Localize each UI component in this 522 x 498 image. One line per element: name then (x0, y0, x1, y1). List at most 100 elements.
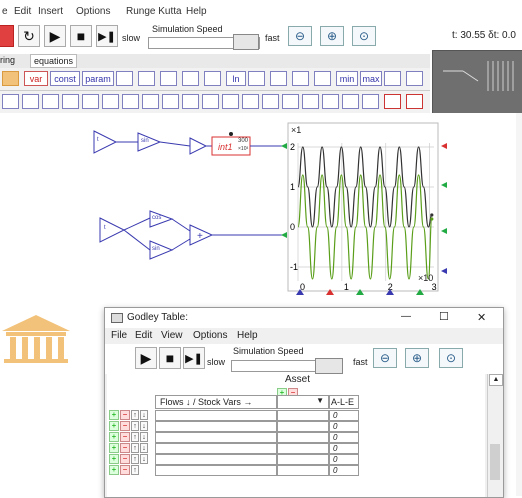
switch-icon[interactable] (384, 94, 401, 109)
flow-value-cell[interactable] (277, 454, 329, 465)
menu-runge-kutta[interactable]: Runge Kutta (126, 6, 182, 17)
godley-menu-help[interactable]: Help (237, 330, 258, 341)
sinh-op-icon[interactable] (182, 94, 199, 109)
tab-wiring[interactable]: ring (0, 55, 15, 65)
menu-insert[interactable]: Insert (38, 6, 63, 17)
move-row-down-icon[interactable]: ↓ (140, 443, 148, 453)
max-op-button[interactable]: max (360, 71, 382, 86)
move-row-down-icon[interactable]: ↓ (140, 432, 148, 442)
menu-edit[interactable]: Edit (14, 6, 31, 17)
exp-op-icon[interactable] (22, 94, 39, 109)
delete-row-icon[interactable]: − (120, 421, 130, 431)
godley-menu-edit[interactable]: Edit (135, 330, 152, 341)
flow-value-cell[interactable] (277, 465, 329, 476)
godley-titlebar[interactable]: Godley Table: — ☐ ✕ (105, 308, 503, 329)
ln-op-icon[interactable] (42, 94, 59, 109)
transform-block[interactable] (189, 137, 208, 155)
flow-value-cell[interactable] (277, 432, 329, 443)
move-row-up-icon[interactable]: ↑ (131, 432, 139, 442)
tab-equations[interactable]: equations (30, 54, 78, 68)
le-op-icon[interactable] (292, 71, 309, 86)
add-op-icon[interactable] (138, 71, 155, 86)
zoom-out-button[interactable]: ⊖ (288, 26, 312, 46)
flow-name-cell[interactable] (155, 421, 277, 432)
scroll-thumb[interactable] (490, 444, 500, 480)
godley-menu-options[interactable]: Options (193, 330, 227, 341)
cos-op-icon[interactable] (82, 94, 99, 109)
godley-zoom-out-button[interactable]: ⊖ (373, 348, 397, 368)
multiply-op-icon[interactable] (182, 71, 199, 86)
flow-name-cell[interactable] (155, 432, 277, 443)
zoom-reset-button[interactable]: ⊙ (352, 26, 376, 46)
acos-op-icon[interactable] (142, 94, 159, 109)
canvas-minimap[interactable] (432, 50, 522, 122)
godley-zoom-in-button[interactable]: ⊕ (405, 348, 429, 368)
product-op-icon[interactable] (342, 94, 359, 109)
move-row-up-icon[interactable]: ↑ (131, 410, 139, 420)
add-row-icon[interactable]: + (109, 465, 119, 475)
stock-var-select[interactable]: ▼ (277, 395, 329, 409)
abs-op-icon[interactable] (242, 94, 259, 109)
eq-op-icon[interactable] (314, 71, 331, 86)
sum-op-icon[interactable] (322, 94, 339, 109)
lt-op-icon[interactable] (270, 71, 287, 86)
menu-options[interactable]: Options (76, 6, 110, 17)
godley-scrollbar[interactable]: ▲ (487, 374, 503, 497)
add-row-icon[interactable]: + (109, 454, 119, 464)
move-row-up-icon[interactable]: ↑ (131, 454, 139, 464)
move-row-up-icon[interactable]: ↑ (131, 443, 139, 453)
log-op-button[interactable]: ln (226, 71, 246, 86)
canvas-scrollbar[interactable] (516, 113, 522, 496)
atan-op-icon[interactable] (162, 94, 179, 109)
move-row-down-icon[interactable]: ↓ (140, 410, 148, 420)
move-row-down-icon[interactable]: ↓ (140, 421, 148, 431)
add-row-icon[interactable]: + (109, 410, 119, 420)
tan-op-icon[interactable] (102, 94, 119, 109)
godley-menu-file[interactable]: File (111, 330, 127, 341)
menu-help[interactable]: Help (186, 6, 207, 17)
row-controls[interactable]: + − ↑ ↓ (109, 421, 153, 431)
zoom-in-button[interactable]: ⊕ (320, 26, 344, 46)
row-controls[interactable]: + − ↑ ↓ (109, 410, 153, 420)
param-button[interactable]: param (82, 71, 114, 86)
frac-op-icon[interactable] (282, 94, 299, 109)
flow-value-cell[interactable] (277, 410, 329, 421)
sin-op-icon[interactable] (62, 94, 79, 109)
min-op-button[interactable]: min (336, 71, 358, 86)
minimize-button[interactable]: — (401, 311, 411, 322)
delete-row-icon[interactable]: − (120, 432, 130, 442)
add-row-icon[interactable]: + (109, 432, 119, 442)
godley-run-button[interactable]: ▶ (135, 347, 157, 369)
divide-op-icon[interactable] (204, 71, 221, 86)
godley-speed-slider-knob[interactable] (315, 358, 343, 374)
time-op-icon[interactable] (116, 71, 133, 86)
row-controls[interactable]: + − ↑ ↓ (109, 454, 153, 464)
flow-name-cell[interactable] (155, 465, 277, 476)
godley-icon[interactable] (2, 71, 19, 86)
add-row-icon[interactable]: + (109, 443, 119, 453)
add-row-icon[interactable]: + (109, 421, 119, 431)
cosh-op-icon[interactable] (202, 94, 219, 109)
move-row-down-icon[interactable]: ↓ (140, 454, 148, 464)
row-controls[interactable]: + − ↑ (109, 465, 153, 475)
flow-name-cell[interactable] (155, 454, 277, 465)
or-op-icon[interactable] (406, 71, 423, 86)
flow-value-cell[interactable] (277, 443, 329, 454)
stop-button[interactable]: ■ (70, 25, 92, 47)
row-controls[interactable]: + − ↑ ↓ (109, 432, 153, 442)
flow-value-cell[interactable] (277, 421, 329, 432)
godley-zoom-reset-button[interactable]: ⊙ (439, 348, 463, 368)
run-button[interactable]: ▶ (44, 25, 66, 47)
godley-stop-button[interactable]: ■ (159, 347, 181, 369)
factorial-op-icon[interactable] (362, 94, 379, 109)
subtract-op-icon[interactable] (160, 71, 177, 86)
godley-step-button[interactable]: ▶❚ (183, 347, 205, 369)
delete-row-icon[interactable]: − (120, 443, 130, 453)
scroll-up-arrow[interactable]: ▲ (489, 374, 503, 386)
row-controls[interactable]: + − ↑ ↓ (109, 443, 153, 453)
speed-slider-knob[interactable] (233, 34, 259, 50)
delete-row-icon[interactable]: − (120, 410, 130, 420)
flow-name-cell[interactable] (155, 410, 277, 421)
const-button[interactable]: const (50, 71, 80, 86)
var-button[interactable]: var (24, 71, 48, 86)
